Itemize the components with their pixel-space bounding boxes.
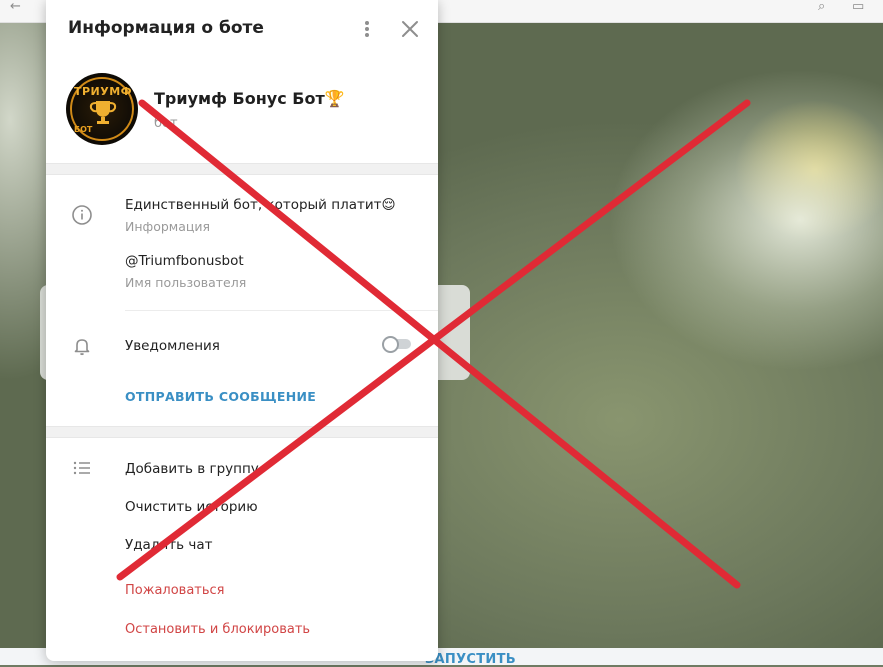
bot-avatar[interactable]: ТРИУМФ БОТ — [66, 73, 138, 145]
avatar-bottom-text: БОТ — [74, 125, 93, 134]
bot-name: Триумф Бонус Бот🏆 — [154, 89, 345, 108]
sidebar-toggle-icon[interactable]: ▭ — [852, 0, 864, 14]
stop-and-block-button[interactable]: Остановить и блокировать — [125, 622, 310, 637]
info-icon — [70, 203, 94, 227]
row-divider — [125, 310, 438, 311]
bot-description-label: Информация — [125, 219, 211, 234]
section-separator — [46, 163, 438, 175]
list-icon — [70, 456, 94, 480]
clear-history-button[interactable]: Очистить историю — [125, 499, 258, 515]
bot-subtitle: бот — [154, 116, 178, 131]
trophy-icon — [89, 101, 117, 124]
bot-username[interactable]: @Triumfbonusbot — [125, 253, 244, 269]
delete-chat-button[interactable]: Удалить чат — [125, 537, 212, 553]
add-to-group-button[interactable]: Добавить в группу — [125, 461, 259, 477]
section-separator — [46, 426, 438, 438]
send-message-button[interactable]: ОТПРАВИТЬ СООБЩЕНИЕ — [125, 389, 316, 404]
notifications-toggle[interactable] — [382, 336, 413, 353]
bell-icon — [70, 334, 94, 358]
notifications-label: Уведомления — [125, 338, 220, 354]
bot-info-panel: Информация о боте ТРИУМФ БОТ Триумф Бону… — [46, 0, 438, 661]
back-arrow-icon[interactable]: ← — [10, 0, 21, 14]
more-vertical-icon[interactable] — [354, 17, 378, 41]
bot-description: Единственный бот, который платит😌 — [125, 197, 396, 213]
report-button[interactable]: Пожаловаться — [125, 583, 225, 598]
panel-title: Информация о боте — [68, 18, 264, 38]
close-icon[interactable] — [398, 17, 422, 41]
bot-username-label: Имя пользователя — [125, 275, 247, 290]
search-icon[interactable]: ⌕ — [818, 0, 825, 14]
